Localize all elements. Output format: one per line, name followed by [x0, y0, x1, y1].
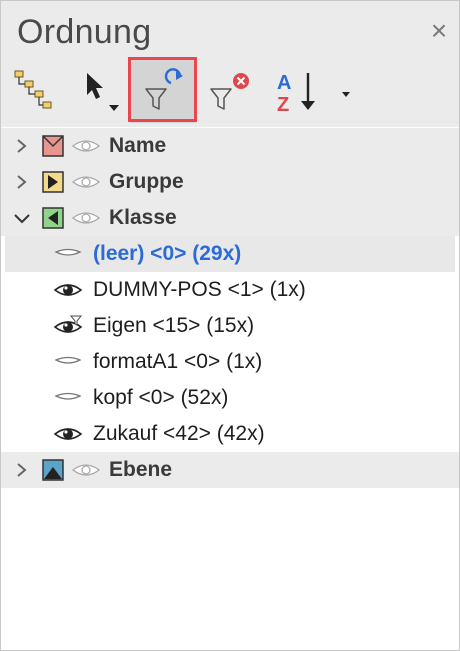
select-mode-button[interactable]	[69, 59, 135, 123]
tree-category-name[interactable]: Name	[1, 128, 459, 164]
tree-item-leer[interactable]: (leer) <0> (29x)	[5, 236, 455, 272]
eye-closed-icon[interactable]	[53, 243, 83, 265]
eye-icon[interactable]	[71, 459, 101, 481]
ordnung-panel: Ordnung × A Z Name Gruppe Klasse (leer) …	[0, 0, 460, 651]
eye-closed-icon[interactable]	[53, 351, 83, 373]
eye-closed-icon[interactable]	[53, 387, 83, 409]
tree-category-label: Ebene	[109, 458, 173, 481]
name-category-icon	[42, 135, 64, 157]
tree-category-ebene[interactable]: Ebene	[1, 452, 459, 488]
tree-category-label: Klasse	[109, 206, 177, 229]
panel-header: Ordnung × A Z	[1, 1, 459, 127]
hierarchy-icon	[14, 70, 52, 109]
svg-text:Z: Z	[277, 94, 289, 116]
eye-icon[interactable]	[71, 207, 101, 229]
tree-item-dummy-pos[interactable]: DUMMY-POS <1> (1x)	[1, 272, 459, 308]
tree-category-klasse[interactable]: Klasse	[1, 200, 459, 236]
tree-category-label: Gruppe	[109, 170, 184, 193]
chevron-down-icon	[342, 92, 350, 97]
panel-title: Ordnung	[17, 13, 152, 51]
select-arrow-icon	[87, 73, 119, 111]
tree-category-gruppe[interactable]: Gruppe	[1, 164, 459, 200]
tree-item-zukauf[interactable]: Zukauf <42> (42x)	[1, 416, 459, 452]
close-icon[interactable]: ×	[425, 17, 453, 45]
chevron-down-icon	[109, 105, 119, 111]
sort-button[interactable]: A Z	[265, 59, 355, 123]
tree-item-label: Eigen <15> (15x)	[93, 314, 255, 337]
eye-open-icon[interactable]	[53, 279, 83, 301]
chevron-right-icon[interactable]	[11, 135, 33, 157]
tree-item-label: Zukauf <42> (42x)	[93, 422, 265, 445]
tree-item-label: (leer) <0> (29x)	[93, 242, 242, 265]
eye-icon[interactable]	[71, 135, 101, 157]
hierarchy-button[interactable]	[5, 59, 71, 123]
active-tool-highlight	[128, 57, 197, 122]
gruppe-category-icon	[42, 171, 64, 193]
klasse-category-icon	[42, 207, 64, 229]
chevron-right-icon[interactable]	[11, 171, 33, 193]
ebene-category-icon	[42, 459, 64, 481]
sort-az-icon: A Z	[277, 72, 350, 116]
chevron-down-icon[interactable]	[11, 207, 33, 229]
tree-item-formata1[interactable]: formatA1 <0> (1x)	[1, 344, 459, 380]
svg-text:A: A	[277, 72, 291, 94]
tree-item-label: formatA1 <0> (1x)	[93, 350, 263, 373]
tree-item-label: DUMMY-POS <1> (1x)	[93, 278, 306, 301]
eye-filtered-icon[interactable]	[53, 315, 83, 337]
tree-item-eigen[interactable]: Eigen <15> (15x)	[1, 308, 459, 344]
tree-item-kopf[interactable]: kopf <0> (52x)	[1, 380, 459, 416]
clear-filter-button[interactable]	[199, 59, 265, 123]
tree-item-label: kopf <0> (52x)	[93, 386, 229, 409]
tree-category-label: Name	[109, 134, 167, 157]
eye-open-icon[interactable]	[53, 423, 83, 445]
eye-icon[interactable]	[71, 171, 101, 193]
clear-filter-icon	[210, 73, 249, 110]
chevron-right-icon[interactable]	[11, 459, 33, 481]
